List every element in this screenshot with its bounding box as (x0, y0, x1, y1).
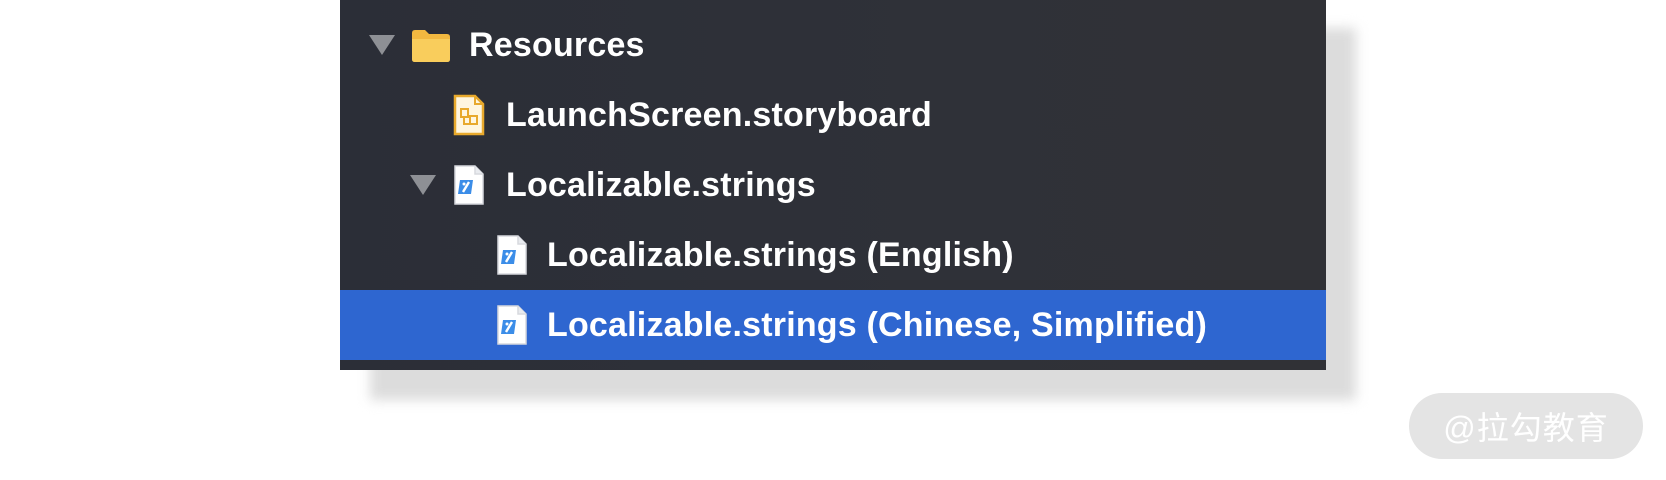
strings-file-icon (452, 164, 486, 206)
storyboard-file-icon (452, 94, 486, 136)
navigator-item-label: LaunchScreen.storyboard (506, 95, 932, 134)
project-navigator: Resources LaunchScreen.storyboard Locali… (340, 0, 1326, 370)
navigator-item-label: Resources (469, 25, 645, 64)
navigator-item-label: Localizable.strings (Chinese, Simplified… (547, 305, 1207, 344)
navigator-item-label: Localizable.strings (506, 165, 816, 204)
watermark-text: @拉勾教育 (1443, 410, 1609, 446)
navigator-item-localizable-english[interactable]: Localizable.strings (English) (340, 220, 1326, 290)
strings-file-icon (495, 304, 529, 346)
navigator-item-localizable-strings[interactable]: Localizable.strings (340, 150, 1326, 220)
disclosure-expanded-icon[interactable] (369, 30, 395, 60)
navigator-item-localizable-chinese-simplified[interactable]: Localizable.strings (Chinese, Simplified… (340, 290, 1326, 360)
watermark-badge: @拉勾教育 (1409, 393, 1643, 459)
navigator-item-launchscreen[interactable]: LaunchScreen.storyboard (340, 80, 1326, 150)
navigator-item-resources[interactable]: Resources (340, 10, 1326, 80)
disclosure-expanded-icon[interactable] (410, 170, 436, 200)
navigator-item-label: Localizable.strings (English) (547, 235, 1014, 274)
strings-file-icon (495, 234, 529, 276)
folder-icon (409, 27, 453, 63)
screenshot-canvas: Resources LaunchScreen.storyboard Locali… (0, 0, 1666, 480)
